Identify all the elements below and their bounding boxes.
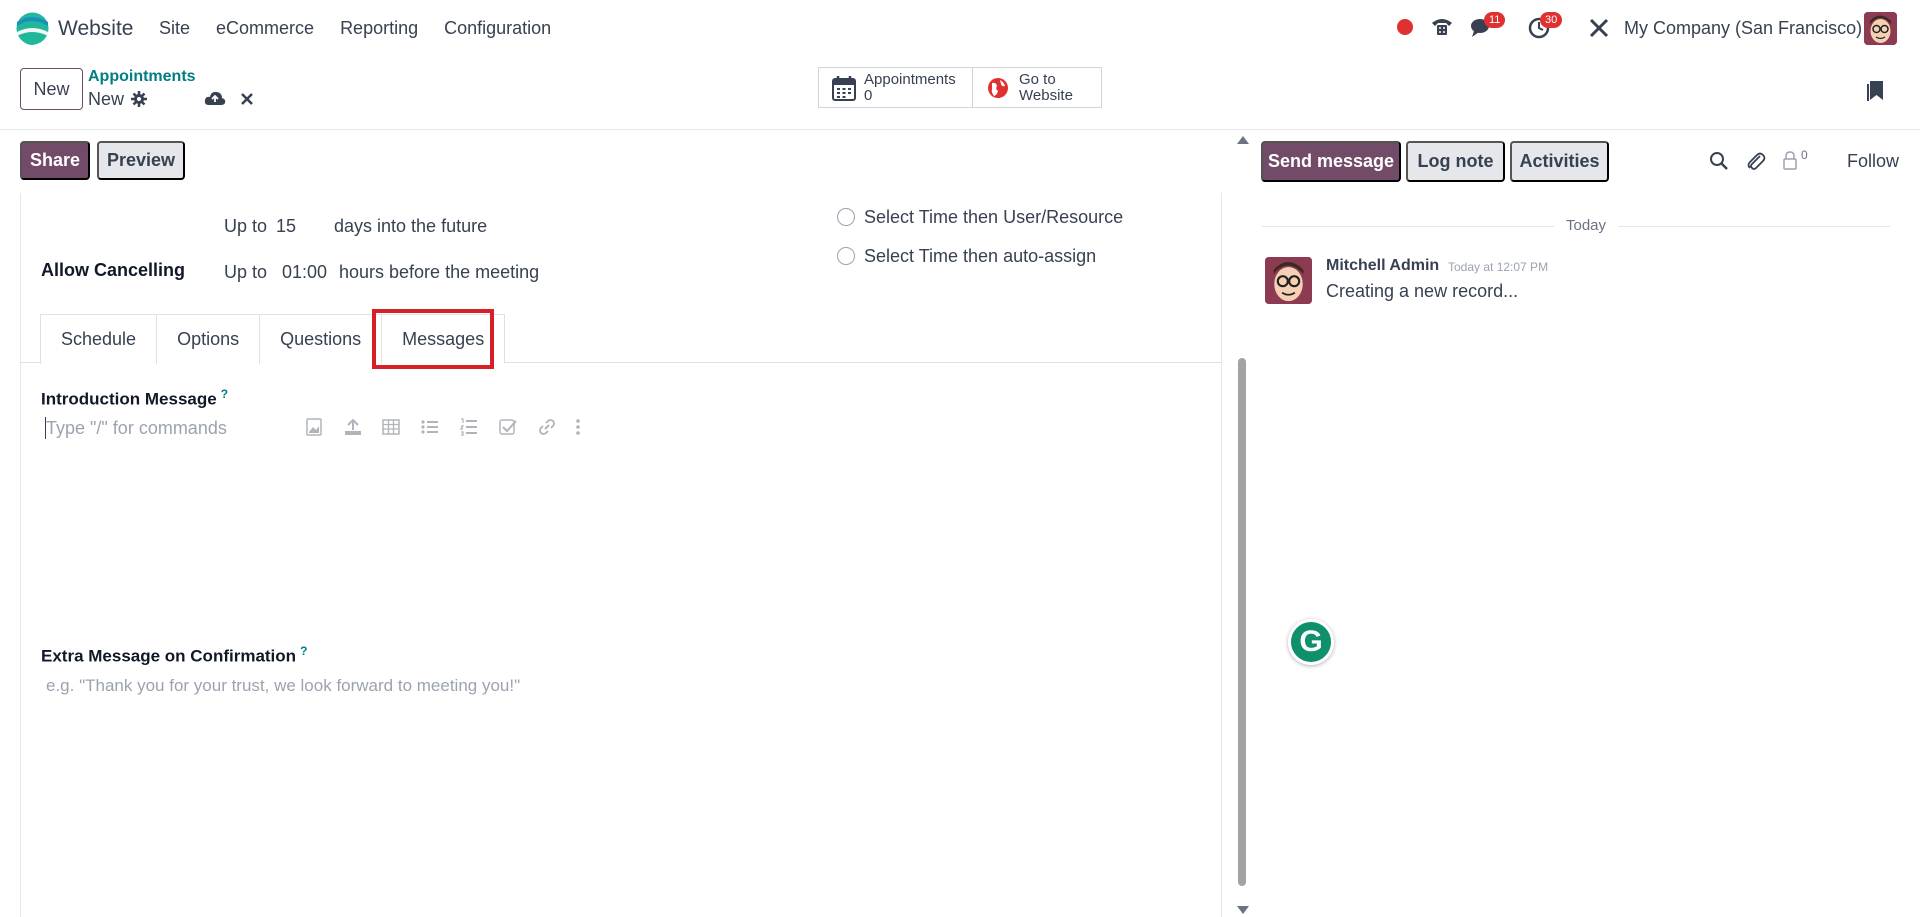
radio-time-then-auto-assign[interactable] xyxy=(837,247,855,265)
intro-help-icon[interactable]: ? xyxy=(221,387,228,401)
intro-message-label-text: Introduction Message xyxy=(41,389,217,409)
confirm-help-icon[interactable]: ? xyxy=(300,644,307,658)
menu-item-ecommerce[interactable]: eCommerce xyxy=(216,18,314,39)
form-scrollbar[interactable] xyxy=(1236,130,1248,917)
recording-indicator-icon[interactable] xyxy=(1397,19,1413,35)
numbered-list-icon[interactable] xyxy=(460,418,478,436)
cancel-suffix-text: hours before the meeting xyxy=(339,262,540,282)
scheduling-suffix-text: days into the future xyxy=(334,216,488,236)
confirm-message-label-text: Extra Message on Confirmation xyxy=(41,646,297,666)
bulleted-list-icon[interactable] xyxy=(421,419,439,435)
menu-item-configuration[interactable]: Configuration xyxy=(444,18,551,39)
smart-button-go-to-website[interactable]: Go to Website xyxy=(972,67,1102,108)
main-menu: Site eCommerce Reporting Configuration xyxy=(159,18,551,39)
new-button[interactable]: New xyxy=(20,68,83,110)
table-icon[interactable] xyxy=(382,419,400,435)
date-separator: Today xyxy=(1554,217,1619,234)
paperclip-icon[interactable] xyxy=(1746,150,1766,172)
breadcrumb-current: New xyxy=(88,89,125,109)
message-author[interactable]: Mitchell Admin xyxy=(1326,257,1439,275)
search-icon[interactable] xyxy=(1709,151,1729,171)
confirm-message-editor[interactable]: e.g. "Thank you for your trust, we look … xyxy=(46,676,520,696)
user-avatar[interactable] xyxy=(1864,12,1897,45)
activities-button[interactable]: Activities xyxy=(1510,141,1609,182)
smart-button-appointments[interactable]: Appointments 0 xyxy=(818,67,973,108)
app-name[interactable]: Website xyxy=(58,17,133,41)
checklist-icon[interactable] xyxy=(499,418,517,436)
follower-count: 0 xyxy=(1801,148,1808,162)
smart-appointments-count: 0 xyxy=(864,86,873,104)
grammarly-icon[interactable]: G xyxy=(1288,619,1334,665)
scroll-up-arrow-icon[interactable] xyxy=(1237,136,1249,144)
cancel-hours-input[interactable]: 01:00 xyxy=(282,262,327,283)
share-button[interactable]: Share xyxy=(20,141,90,180)
scrollbar-thumb[interactable] xyxy=(1238,358,1246,886)
radio-time-then-auto-assign-label[interactable]: Select Time then auto-assign xyxy=(864,246,1096,267)
chatter-panel: Send message Log note Activities xyxy=(1250,130,1920,917)
intro-message-label: Introduction Message? xyxy=(41,387,228,410)
message-author-avatar[interactable] xyxy=(1265,257,1312,304)
gear-icon[interactable] xyxy=(131,91,147,107)
odoo-website-logo-icon[interactable] xyxy=(16,12,49,45)
top-navbar: Website Site eCommerce Reporting Configu… xyxy=(0,0,1920,57)
more-options-icon[interactable] xyxy=(574,418,582,436)
cancel-upto-text: Up to xyxy=(224,262,268,282)
phone-icon[interactable] xyxy=(1430,16,1454,38)
confirm-message-label: Extra Message on Confirmation? xyxy=(41,644,307,667)
upload-icon[interactable] xyxy=(344,418,362,436)
allow-cancelling-label: Allow Cancelling xyxy=(41,260,186,280)
calendar-icon xyxy=(832,75,856,101)
menu-item-reporting[interactable]: Reporting xyxy=(340,18,418,39)
message-date: Today at 12:07 PM xyxy=(1448,260,1549,274)
scroll-down-arrow-icon[interactable] xyxy=(1237,906,1249,914)
menu-item-site[interactable]: Site xyxy=(159,18,190,39)
messages-tab-highlight xyxy=(372,309,494,369)
log-note-button[interactable]: Log note xyxy=(1406,141,1505,182)
company-switcher[interactable]: My Company (San Francisco) xyxy=(1624,18,1862,39)
author-avatar-icon xyxy=(1265,257,1312,304)
breadcrumb-appointments[interactable]: Appointments xyxy=(88,68,196,86)
radio-time-then-user[interactable] xyxy=(837,208,855,226)
tab-options[interactable]: Options xyxy=(156,314,261,364)
form-sheet xyxy=(20,193,1222,917)
radio-time-then-user-label[interactable]: Select Time then User/Resource xyxy=(864,207,1123,228)
scheduling-days-input[interactable]: 15 xyxy=(276,216,296,237)
discard-icon[interactable] xyxy=(241,93,253,105)
tab-schedule[interactable]: Schedule xyxy=(40,314,158,364)
text-cursor xyxy=(45,417,46,439)
intro-message-editor[interactable]: Type "/" for commands xyxy=(46,418,227,439)
user-avatar-icon xyxy=(1864,12,1897,45)
image-icon[interactable] xyxy=(306,418,322,436)
smart-appointments-label: Appointments xyxy=(864,70,956,88)
tab-questions[interactable]: Questions xyxy=(259,314,383,364)
save-cloud-icon[interactable] xyxy=(204,89,226,107)
globe-icon xyxy=(988,77,1008,98)
follow-button[interactable]: Follow xyxy=(1847,151,1899,172)
message-body: Creating a new record... xyxy=(1326,281,1519,301)
chat-badge: 11 xyxy=(1484,12,1506,28)
tools-icon[interactable] xyxy=(1588,17,1610,39)
smart-website-line1: Go to xyxy=(1019,70,1056,88)
bookmark-icon[interactable] xyxy=(1866,80,1884,102)
activity-badge: 30 xyxy=(1540,12,1563,28)
scheduling-upto-text: Up to xyxy=(224,216,268,236)
preview-button[interactable]: Preview xyxy=(97,141,185,180)
smart-website-line2: Website xyxy=(1019,86,1073,104)
send-message-button[interactable]: Send message xyxy=(1261,141,1401,182)
link-icon[interactable] xyxy=(538,418,556,436)
lock-icon[interactable] xyxy=(1782,150,1798,170)
control-panel: New Appointments New Appointments 0 Go t… xyxy=(0,57,1920,130)
